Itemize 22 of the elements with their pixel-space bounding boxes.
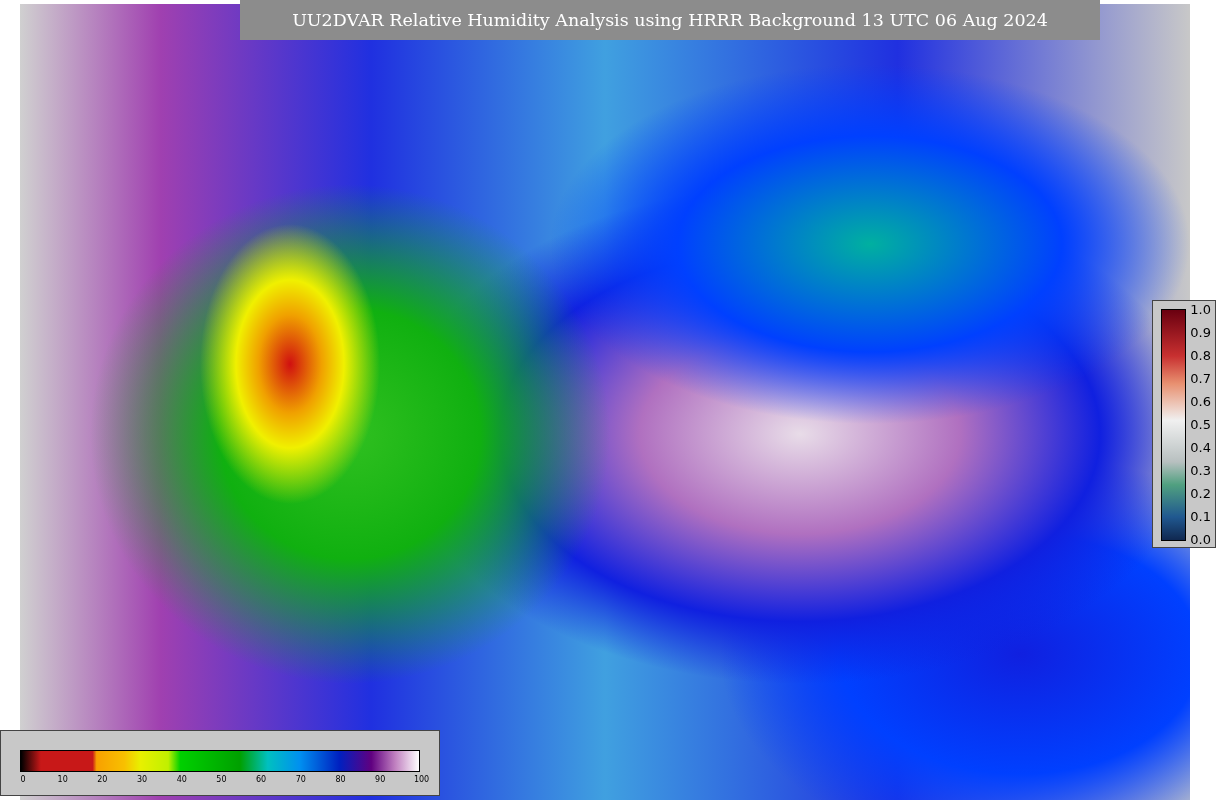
scale-label: 40 bbox=[175, 775, 188, 784]
scale-label: 0.8 bbox=[1190, 349, 1211, 363]
scale-label: 0 bbox=[19, 775, 27, 784]
scale-label: 70 bbox=[294, 775, 307, 784]
scale-label: 0.9 bbox=[1190, 326, 1211, 340]
scale-label: 0.3 bbox=[1190, 464, 1211, 478]
scale-label: 50 bbox=[215, 775, 228, 784]
scale-label: 0.0 bbox=[1190, 533, 1211, 547]
scale-label: 0.1 bbox=[1190, 510, 1211, 524]
scale-label: 0.2 bbox=[1190, 487, 1211, 501]
scale-label: 60 bbox=[255, 775, 268, 784]
scale-label: 10 bbox=[56, 775, 69, 784]
map-title: UU2DVAR Relative Humidity Analysis using HRRR Background 13 UTC 06 Aug 2024 bbox=[240, 0, 1100, 40]
scale-label: 80 bbox=[334, 775, 347, 784]
scale-label: 0.4 bbox=[1190, 441, 1211, 455]
scale-label: 30 bbox=[136, 775, 149, 784]
scale-label: 0.7 bbox=[1190, 372, 1211, 386]
scale-label: 0.6 bbox=[1190, 395, 1211, 409]
scale-label: 1.0 bbox=[1190, 303, 1211, 317]
scale-label: 90 bbox=[374, 775, 387, 784]
scale-label: 20 bbox=[96, 775, 109, 784]
scale-label: 0.5 bbox=[1190, 418, 1211, 432]
